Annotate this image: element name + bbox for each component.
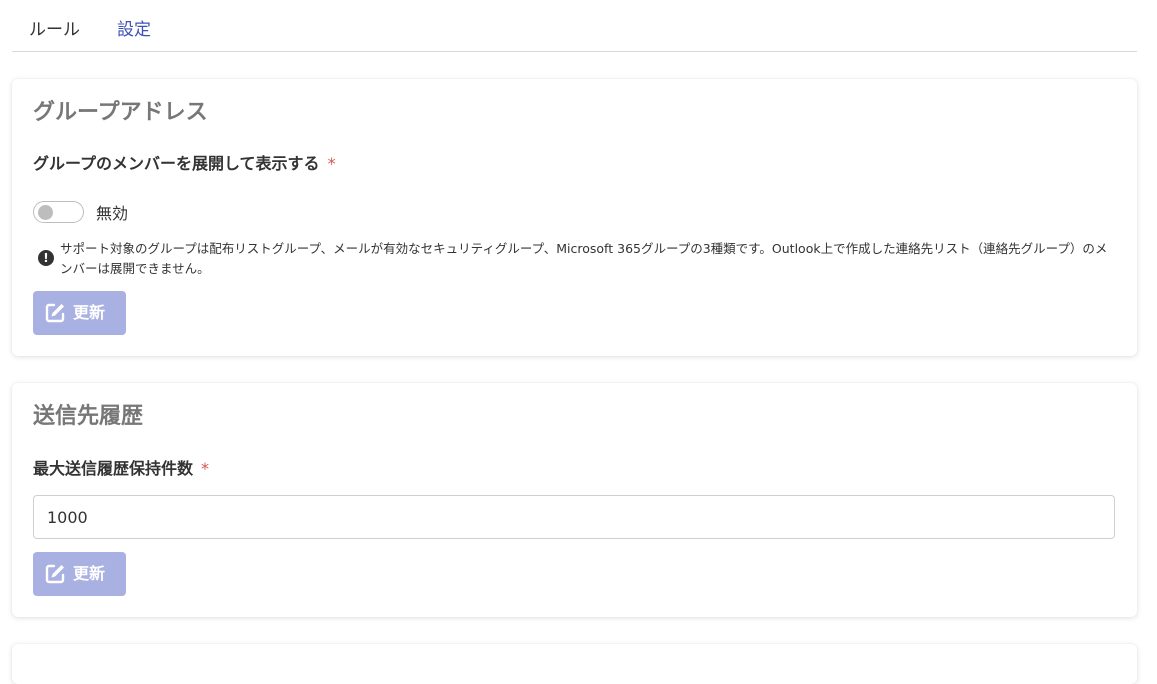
send-history-update-button[interactable]: 更新 [33, 552, 126, 596]
max-history-label-text: 最大送信履歴保持件数 [33, 459, 194, 478]
max-history-label: 最大送信履歴保持件数 * [33, 458, 209, 480]
exclamation-icon: ! [38, 250, 54, 266]
tab-rules[interactable]: ルール [29, 18, 80, 42]
required-mark: * [201, 459, 210, 478]
required-mark: * [327, 154, 336, 173]
toggle-knob [38, 205, 53, 220]
group-address-title: グループアドレス [33, 100, 208, 125]
expand-members-label: グループのメンバーを展開して表示する * [33, 153, 336, 175]
expand-members-toggle[interactable] [33, 201, 84, 223]
edit-icon [45, 303, 65, 323]
edit-icon [45, 564, 65, 584]
expand-members-label-text: グループのメンバーを展開して表示する [33, 154, 320, 173]
tab-bar: ルール 設定 [12, 0, 1137, 52]
group-address-card: グループアドレス グループのメンバーを展開して表示する * 無効 ! サポート対象… [12, 79, 1137, 356]
send-history-card: 送信先履歴 最大送信履歴保持件数 * 更新 [12, 383, 1137, 617]
next-settings-card [12, 644, 1137, 684]
toggle-state-label: 無効 [96, 204, 129, 223]
group-address-update-button[interactable]: 更新 [33, 291, 126, 335]
update-button-label: 更新 [73, 303, 106, 322]
support-note: サポート対象のグループは配布リストグループ、メールが有効なセキュリティグループ、… [60, 241, 1108, 276]
max-history-input[interactable] [33, 495, 1115, 539]
update-button-label: 更新 [73, 564, 106, 583]
tab-settings[interactable]: 設定 [117, 18, 151, 42]
send-history-title: 送信先履歴 [33, 404, 144, 429]
